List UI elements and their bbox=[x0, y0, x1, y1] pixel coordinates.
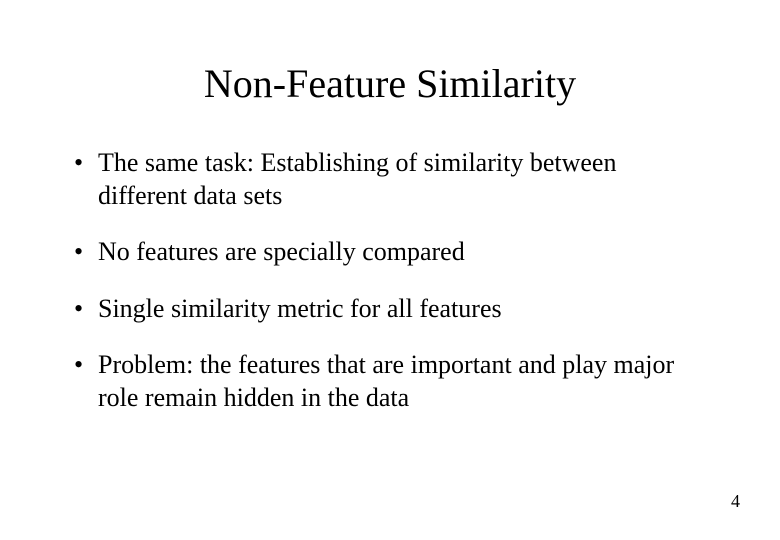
bullet-item: No features are specially compared bbox=[70, 236, 710, 269]
page-number: 4 bbox=[731, 491, 740, 512]
bullet-item: Single similarity metric for all feature… bbox=[70, 293, 710, 326]
bullet-list: The same task: Establishing of similarit… bbox=[70, 147, 710, 414]
bullet-item: Problem: the features that are important… bbox=[70, 349, 710, 414]
slide: Non-Feature Similarity The same task: Es… bbox=[0, 0, 780, 540]
bullet-item: The same task: Establishing of similarit… bbox=[70, 147, 710, 212]
slide-title: Non-Feature Similarity bbox=[70, 60, 710, 107]
